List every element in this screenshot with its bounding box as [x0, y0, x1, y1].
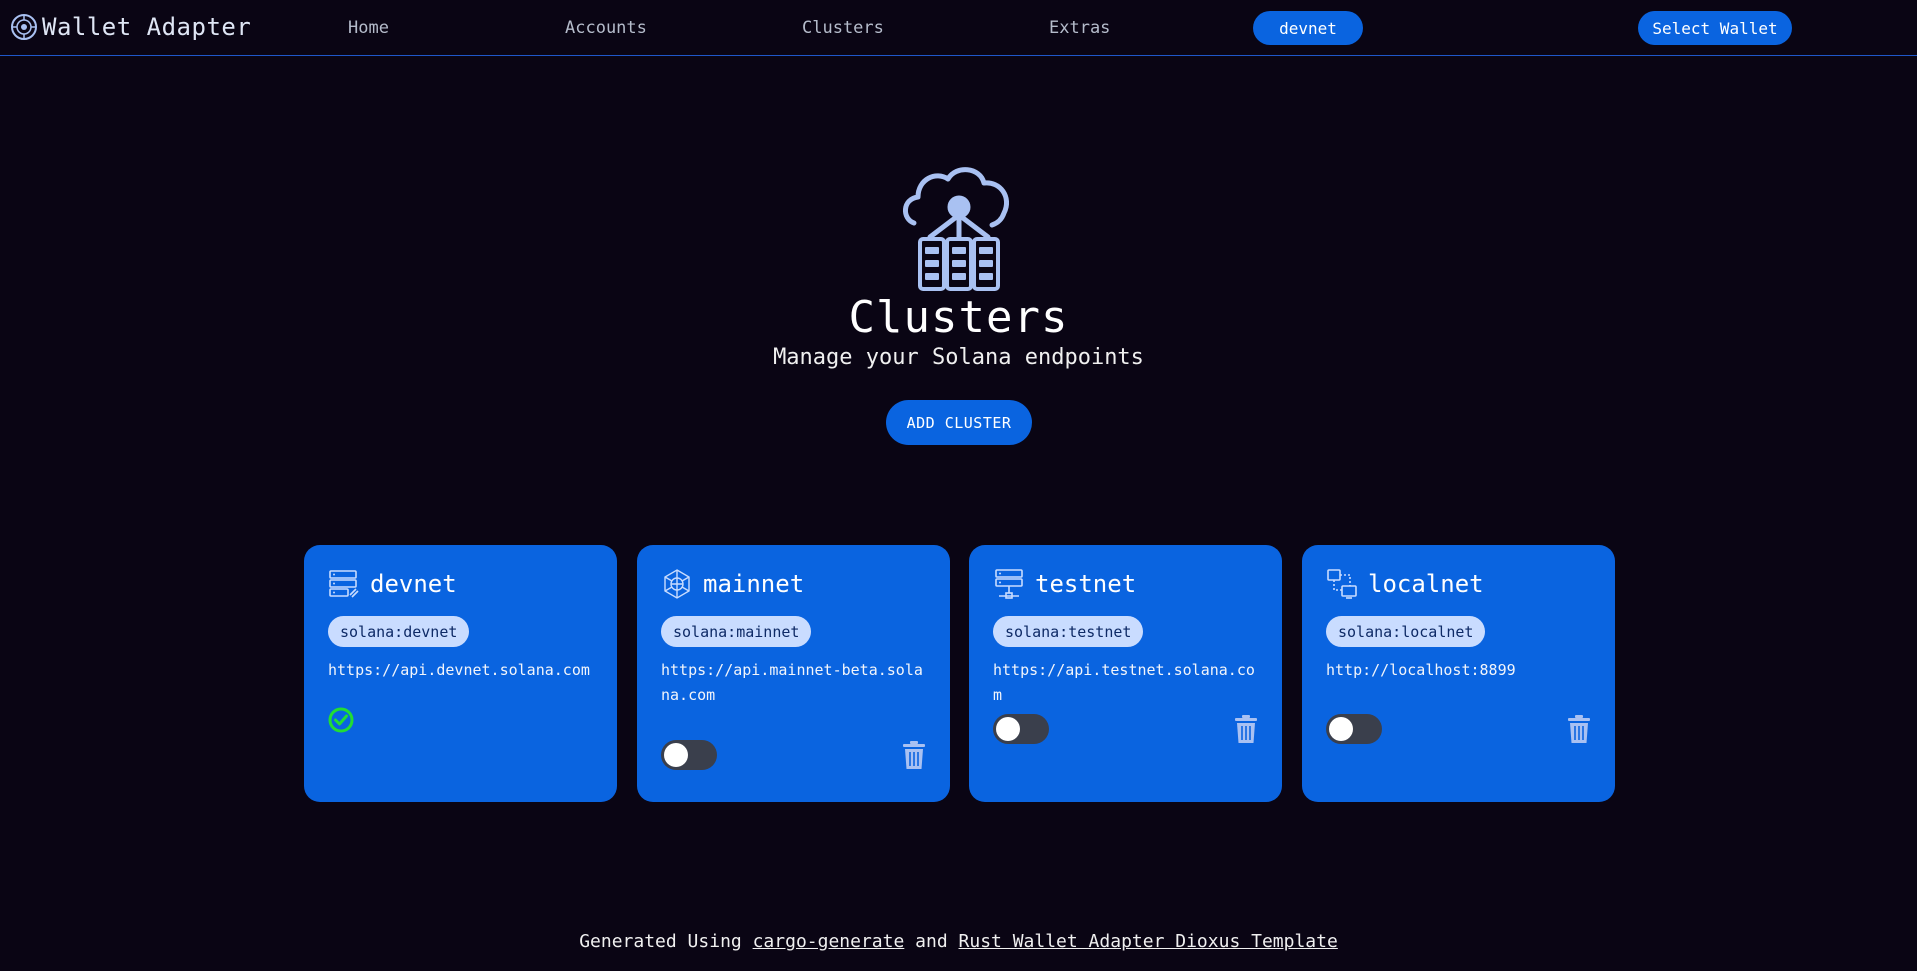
trash-icon[interactable]	[1567, 714, 1591, 744]
page-subtitle: Manage your Solana endpoints	[773, 345, 1144, 370]
cloud-servers-icon	[903, 167, 1009, 291]
select-wallet-button[interactable]: Select Wallet	[1638, 11, 1792, 45]
server-stack-icon	[995, 569, 1023, 599]
cluster-card-devnet: devnet solana:devnet https://api.devnet.…	[304, 545, 617, 802]
template-link[interactable]: Rust Wallet Adapter Dioxus Template	[959, 931, 1338, 952]
local-network-icon	[1327, 569, 1357, 599]
activate-toggle[interactable]	[1326, 714, 1382, 744]
cluster-card-localnet: localnet solana:localnet http://localhos…	[1302, 545, 1615, 802]
nav-home[interactable]: Home	[348, 18, 389, 38]
cluster-card-testnet: testnet solana:testnet https://api.testn…	[969, 545, 1282, 802]
add-cluster-button[interactable]: ADD CLUSTER	[886, 400, 1032, 445]
wallet-logo-icon	[11, 14, 37, 40]
toggle-knob	[664, 743, 688, 767]
nav-extras[interactable]: Extras	[1049, 18, 1110, 38]
chain-badge: solana:devnet	[328, 616, 470, 647]
endpoint-url: http://localhost:8899	[1326, 661, 1516, 679]
server-icon	[329, 570, 359, 598]
trash-icon[interactable]	[1234, 714, 1258, 744]
cluster-name: devnet	[370, 570, 457, 598]
brand[interactable]: Wallet Adapter	[10, 12, 251, 42]
cargo-generate-link[interactable]: cargo-generate	[753, 931, 905, 952]
chain-badge: solana:mainnet	[661, 616, 812, 647]
activate-toggle[interactable]	[993, 714, 1049, 744]
nav-accounts[interactable]: Accounts	[565, 18, 647, 38]
network-select-button[interactable]: devnet	[1253, 11, 1363, 45]
active-check-icon	[328, 707, 354, 733]
footer-prefix: Generated Using	[579, 931, 742, 952]
chain-badge: solana:testnet	[993, 616, 1144, 647]
toggle-knob	[996, 717, 1020, 741]
footer: Generated Using cargo-generate and Rust …	[0, 931, 1917, 952]
cluster-name: mainnet	[703, 570, 805, 598]
cluster-card-mainnet: mainnet solana:mainnet https://api.mainn…	[637, 545, 950, 802]
trash-icon[interactable]	[902, 740, 926, 770]
footer-and: and	[915, 931, 948, 952]
endpoint-url: https://api.mainnet-beta.solana.com	[661, 661, 923, 704]
activate-toggle[interactable]	[661, 740, 717, 770]
nav-clusters[interactable]: Clusters	[802, 18, 884, 38]
page-title: Clusters	[848, 292, 1069, 343]
cluster-name: testnet	[1035, 570, 1137, 598]
chain-badge: solana:localnet	[1326, 616, 1486, 647]
network-globe-icon	[664, 569, 690, 599]
brand-name: Wallet Adapter	[42, 13, 252, 41]
top-nav-bar: Wallet Adapter Home Accounts Clusters Ex…	[0, 0, 1917, 56]
endpoint-url: https://api.devnet.solana.com	[328, 661, 590, 679]
toggle-knob	[1329, 717, 1353, 741]
endpoint-url: https://api.testnet.solana.com	[993, 661, 1255, 704]
cluster-name: localnet	[1368, 570, 1484, 598]
